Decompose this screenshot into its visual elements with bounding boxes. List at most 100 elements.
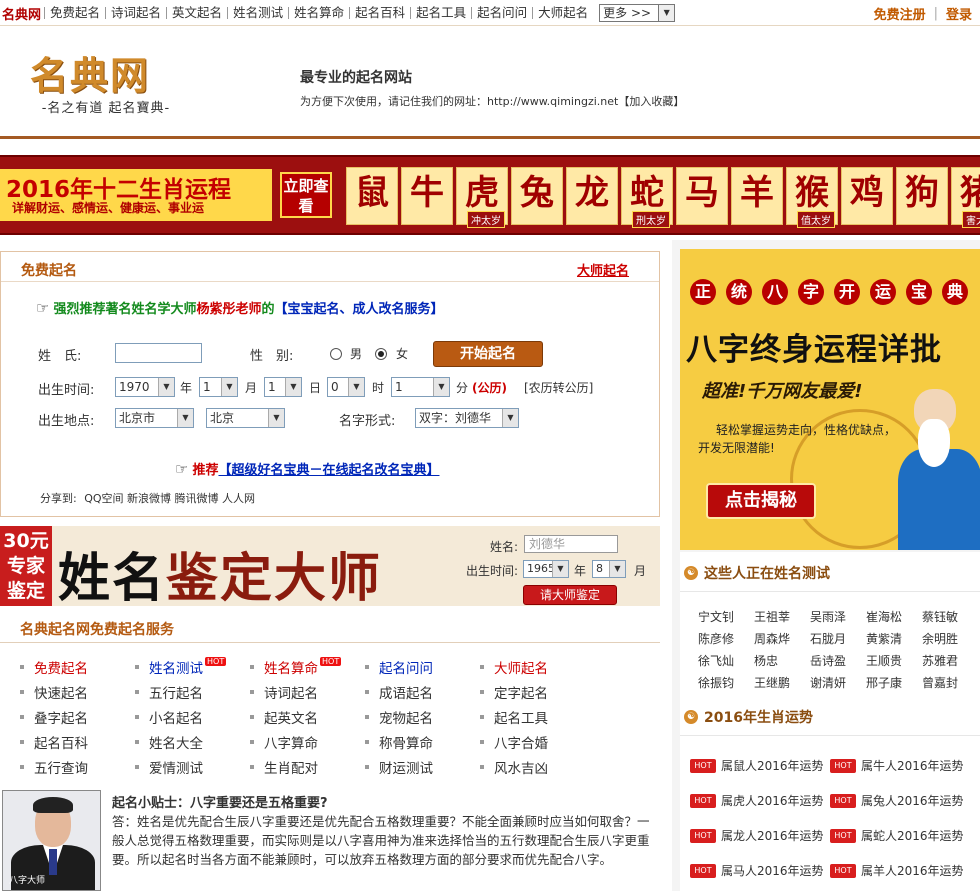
female-radio[interactable]: [375, 348, 387, 360]
surname-input[interactable]: [115, 343, 202, 363]
tested-name[interactable]: 周森烨: [754, 630, 810, 652]
start-naming-button[interactable]: 开始起名: [433, 341, 543, 367]
day-select[interactable]: 1 ▼: [264, 377, 302, 397]
tested-name[interactable]: 岳诗盈: [810, 652, 866, 674]
zodiac-cell[interactable]: 羊: [731, 167, 783, 225]
tested-name[interactable]: 陈彦修: [698, 630, 754, 652]
zodiac-luck-link[interactable]: HOT 属羊人2016年运势: [830, 853, 970, 888]
zodiac-cell[interactable]: 鼠: [346, 167, 398, 225]
zodiac-cell[interactable]: 虎冲太岁: [456, 167, 508, 228]
appraisal-month-select[interactable]: 8 ▼: [592, 560, 626, 578]
appraisal-name-input[interactable]: 刘德华: [524, 535, 618, 553]
tested-name[interactable]: 蔡钰敏: [922, 608, 978, 630]
service-link[interactable]: 起名百科: [20, 732, 135, 757]
service-link[interactable]: 诗词起名: [250, 682, 365, 707]
bookmark-hint[interactable]: 为方便下次使用，请记住我们的网址：http://www.qimingzi.net…: [300, 93, 684, 109]
tested-name[interactable]: 苏雅君: [922, 652, 978, 674]
lunar-convert-link[interactable]: [农历转公历]: [524, 379, 593, 396]
tested-name[interactable]: 王祖莘: [754, 608, 810, 630]
zodiac-luck-link[interactable]: HOT 属龙人2016年运势: [690, 818, 830, 853]
zodiac-banner[interactable]: 2016年十二生肖运程 详解财运、感情运、健康运、事业运 立即查看 鼠牛虎冲太岁…: [0, 155, 980, 235]
service-link[interactable]: 起英文名: [250, 707, 365, 732]
reveal-button[interactable]: 点击揭秘: [706, 483, 816, 519]
service-link[interactable]: 叠字起名: [20, 707, 135, 732]
nav-name-test[interactable]: 姓名测试: [227, 6, 288, 19]
ask-master-button[interactable]: 请大师鉴定: [523, 585, 617, 605]
tested-name[interactable]: 石胧月: [810, 630, 866, 652]
service-link[interactable]: 起名问问: [365, 657, 480, 682]
nav-name-fortune[interactable]: 姓名算命: [288, 6, 349, 19]
month-select[interactable]: 1 ▼: [199, 377, 238, 397]
service-link[interactable]: 快速起名: [20, 682, 135, 707]
service-link[interactable]: 起名工具: [480, 707, 595, 732]
service-link[interactable]: 姓名算命 HOT: [250, 657, 365, 682]
share-tencent-weibo[interactable]: 腾讯微博: [175, 492, 219, 505]
login-link[interactable]: 登录: [946, 4, 972, 23]
recommend-banner[interactable]: ☞ 强烈推荐著名姓名学大师杨紫彤老师的【宝宝起名、成人改名服务】: [36, 298, 444, 317]
service-link[interactable]: 称骨算命: [365, 732, 480, 757]
tested-name[interactable]: 徐振钧: [698, 674, 754, 696]
tested-name[interactable]: 杨忠: [754, 652, 810, 674]
service-link[interactable]: 免费起名: [20, 657, 135, 682]
tested-name[interactable]: 王顺贵: [866, 652, 922, 674]
service-link[interactable]: 生肖配对: [250, 757, 365, 782]
zodiac-cell[interactable]: 兔: [511, 167, 563, 225]
service-link[interactable]: 五行起名: [135, 682, 250, 707]
tested-name[interactable]: 谢清妍: [810, 674, 866, 696]
male-radio[interactable]: [330, 348, 342, 360]
tested-name[interactable]: 吴雨泽: [810, 608, 866, 630]
city-select[interactable]: 北京 ▼: [206, 408, 285, 428]
service-link[interactable]: 大师起名: [480, 657, 595, 682]
service-link[interactable]: 宠物起名: [365, 707, 480, 732]
service-link[interactable]: 姓名测试 HOT: [135, 657, 250, 682]
name-form-select[interactable]: 双字：刘德华 ▼: [415, 408, 519, 428]
tested-name[interactable]: 王继鹏: [754, 674, 810, 696]
zodiac-cell[interactable]: 猴值太岁: [786, 167, 838, 228]
zodiac-luck-link[interactable]: HOT 属虎人2016年运势: [690, 783, 830, 818]
site-logo[interactable]: 名典网 -名之有道 起名寶典-: [30, 55, 182, 119]
recommend-dictionary[interactable]: ☞ 推荐【超级好名宝典－在线起名改名宝典】: [175, 459, 439, 478]
service-link[interactable]: 八字算命: [250, 732, 365, 757]
service-link[interactable]: 五行查询: [20, 757, 135, 782]
share-qzone[interactable]: QQ空间: [84, 492, 123, 505]
nav-naming-qa[interactable]: 起名问问: [471, 6, 532, 19]
nav-poem-naming[interactable]: 诗词起名: [105, 6, 166, 19]
zodiac-cell[interactable]: 龙: [566, 167, 618, 225]
nav-master-naming[interactable]: 大师起名: [532, 6, 593, 19]
zodiac-cell[interactable]: 鸡: [841, 167, 893, 225]
zodiac-luck-link[interactable]: HOT 属牛人2016年运势: [830, 748, 970, 783]
banner-view-button[interactable]: 立即查看: [280, 172, 332, 218]
zodiac-cell[interactable]: 马: [676, 167, 728, 225]
name-dictionary-link[interactable]: 【超级好名宝典－在线起名改名宝典】: [218, 463, 439, 478]
zodiac-cell[interactable]: 狗: [896, 167, 948, 225]
service-link[interactable]: 成语起名: [365, 682, 480, 707]
site-brand-link[interactable]: 名典网: [0, 4, 44, 23]
nav-naming-tools[interactable]: 起名工具: [410, 6, 471, 19]
tested-name[interactable]: 崔海松: [866, 608, 922, 630]
tip-title[interactable]: 起名小贴士：八字重要还是五格重要?: [112, 792, 328, 811]
more-select[interactable]: 更多 >> ▼: [599, 4, 676, 22]
tested-name[interactable]: 邢子康: [866, 674, 922, 696]
tested-name[interactable]: 曾嘉封: [922, 674, 978, 696]
zodiac-luck-link[interactable]: HOT 属兔人2016年运势: [830, 783, 970, 818]
bazi-ad[interactable]: 正统八字开运宝典 八字终身运程详批 超准!千万网友最爱! 轻松掌握运势走向，性格…: [680, 249, 980, 550]
nav-free-naming[interactable]: 免费起名: [44, 6, 105, 19]
service-link[interactable]: 小名起名: [135, 707, 250, 732]
service-link[interactable]: 定字起名: [480, 682, 595, 707]
service-link[interactable]: 财运测试: [365, 757, 480, 782]
service-link[interactable]: 八字合婚: [480, 732, 595, 757]
appraisal-year-select[interactable]: 1965 ▼: [523, 560, 569, 578]
share-weibo[interactable]: 新浪微博: [127, 492, 171, 505]
zodiac-luck-link[interactable]: HOT 属鼠人2016年运势: [690, 748, 830, 783]
minute-select[interactable]: 1 ▼: [391, 377, 450, 397]
register-link[interactable]: 免费注册: [874, 4, 926, 23]
service-link[interactable]: 爱情测试: [135, 757, 250, 782]
share-renren[interactable]: 人人网: [222, 492, 255, 505]
nav-english-naming[interactable]: 英文起名: [166, 6, 227, 19]
zodiac-cell[interactable]: 猪害太岁: [951, 167, 980, 228]
tested-name[interactable]: 宁文钊: [698, 608, 754, 630]
nav-naming-wiki[interactable]: 起名百科: [349, 6, 410, 19]
tested-name[interactable]: 余明胜: [922, 630, 978, 652]
master-naming-link[interactable]: 大师起名: [577, 260, 629, 279]
service-link[interactable]: 风水吉凶: [480, 757, 595, 782]
